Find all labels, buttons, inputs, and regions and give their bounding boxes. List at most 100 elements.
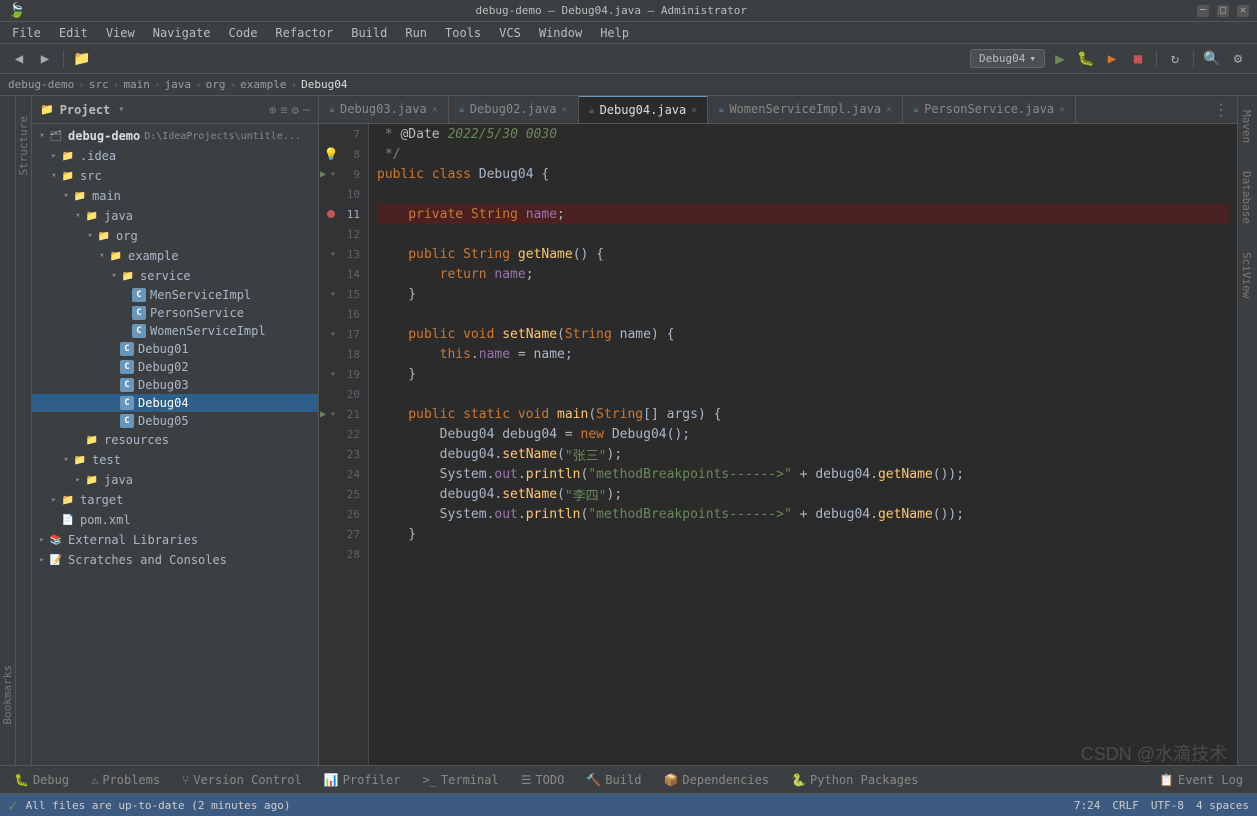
bottom-tab-problems[interactable]: ⚠ Problems (81, 769, 170, 791)
tab-close-debug04[interactable]: ✕ (691, 105, 697, 116)
breakpoint-11[interactable] (326, 209, 336, 219)
menu-run[interactable]: Run (397, 24, 435, 42)
run-arrow-9[interactable]: ▶ (320, 169, 326, 180)
tree-item-service[interactable]: 📁 service (32, 266, 318, 286)
tree-item-menservice[interactable]: C MenServiceImpl (32, 286, 318, 304)
status-line-ending[interactable]: CRLF (1112, 799, 1139, 812)
bottom-tab-dependencies[interactable]: 📦 Dependencies (653, 769, 779, 791)
bottom-tab-build[interactable]: 🔨 Build (576, 769, 651, 791)
tab-close-debug02[interactable]: ✕ (562, 104, 568, 115)
options-icon[interactable]: ⚙ (292, 103, 299, 117)
bookmarks-label[interactable]: Bookmarks (1, 665, 14, 725)
run-button[interactable]: ▶ (1049, 48, 1071, 70)
breadcrumb-file[interactable]: Debug04 (301, 78, 347, 91)
update-button[interactable]: ↻ (1164, 48, 1186, 70)
fold-arrow-17[interactable]: ▾ (330, 329, 336, 340)
menu-file[interactable]: File (4, 24, 49, 42)
bottom-tab-debug[interactable]: 🐛 Debug (4, 769, 79, 791)
breadcrumb-project[interactable]: debug-demo (8, 78, 74, 91)
collapse-icon[interactable]: ≡ (280, 103, 287, 117)
tree-item-external[interactable]: 📚 External Libraries (32, 530, 318, 550)
menu-refactor[interactable]: Refactor (267, 24, 341, 42)
forward-button[interactable]: ▶ (34, 48, 56, 70)
database-label[interactable]: Database (1238, 167, 1257, 228)
breadcrumb-example[interactable]: example (240, 78, 286, 91)
tree-item-example[interactable]: 📁 example (32, 246, 318, 266)
fold-arrow-9[interactable]: ▾ (330, 169, 336, 180)
debug-button[interactable]: 🐛 (1075, 48, 1097, 70)
tree-item-scratches[interactable]: 📝 Scratches and Consoles (32, 550, 318, 570)
structure-panel[interactable]: Structure (16, 96, 32, 765)
tabs-overflow-button[interactable]: ⋮ (1205, 100, 1237, 119)
breadcrumb-org[interactable]: org (206, 78, 226, 91)
minimize-button[interactable]: ─ (1197, 5, 1209, 17)
tree-item-debug02[interactable]: C Debug02 (32, 358, 318, 376)
tab-debug03[interactable]: ☕ Debug03.java ✕ (319, 96, 449, 123)
bottom-tab-vcs[interactable]: ⑂ Version Control (172, 769, 312, 791)
stop-button[interactable]: ■ (1127, 48, 1149, 70)
tree-item-project[interactable]: 🗂 debug-demo D:\IdeaProjects\untitle... (32, 126, 318, 146)
tree-item-main[interactable]: 📁 main (32, 186, 318, 206)
tree-item-src[interactable]: 📁 src (32, 166, 318, 186)
menu-edit[interactable]: Edit (51, 24, 96, 42)
close-button[interactable]: ✕ (1237, 5, 1249, 17)
recent-files-button[interactable]: 📁 (71, 48, 93, 70)
tree-item-org[interactable]: 📁 org (32, 226, 318, 246)
tree-item-idea[interactable]: 📁 .idea (32, 146, 318, 166)
tab-close-debug03[interactable]: ✕ (432, 104, 438, 115)
code-content[interactable]: * @Date 2022/5/30 0030 */ public class D… (369, 124, 1237, 765)
tree-item-debug04[interactable]: C Debug04 (32, 394, 318, 412)
search-button[interactable]: 🔍 (1201, 48, 1223, 70)
run-config-dropdown[interactable]: Debug04 ▾ (970, 49, 1045, 68)
structure-label[interactable]: Structure (17, 116, 30, 176)
bottom-tab-eventlog[interactable]: 📋 Event Log (1149, 769, 1253, 791)
coverage-button[interactable]: ▶ (1101, 48, 1123, 70)
tree-item-test-java[interactable]: 📁 java (32, 470, 318, 490)
tab-debug04[interactable]: ☕ Debug04.java ✕ (579, 96, 709, 123)
menu-code[interactable]: Code (221, 24, 266, 42)
fold-arrow-15[interactable]: ▾ (330, 289, 336, 300)
maximize-button[interactable]: □ (1217, 5, 1229, 17)
menu-navigate[interactable]: Navigate (145, 24, 219, 42)
panel-close-icon[interactable]: ─ (303, 103, 310, 117)
tree-item-debug01[interactable]: C Debug01 (32, 340, 318, 358)
tab-close-personservice[interactable]: ✕ (1059, 104, 1065, 115)
fold-arrow-19[interactable]: ▾ (330, 369, 336, 380)
tab-close-womenservice[interactable]: ✕ (886, 104, 892, 115)
status-encoding[interactable]: UTF-8 (1151, 799, 1184, 812)
status-indent[interactable]: 4 spaces (1196, 799, 1249, 812)
tree-item-debug05[interactable]: C Debug05 (32, 412, 318, 430)
tree-item-pom[interactable]: 📄 pom.xml (32, 510, 318, 530)
tree-item-test[interactable]: 📁 test (32, 450, 318, 470)
menu-window[interactable]: Window (531, 24, 590, 42)
tab-womenservice[interactable]: ☕ WomenServiceImpl.java ✕ (708, 96, 903, 123)
bottom-tab-python[interactable]: 🐍 Python Packages (781, 769, 928, 791)
status-position[interactable]: 7:24 (1074, 799, 1101, 812)
settings-button[interactable]: ⚙ (1227, 48, 1249, 70)
menu-build[interactable]: Build (343, 24, 395, 42)
bulb-icon[interactable]: 💡 (324, 147, 339, 161)
tree-item-target[interactable]: 📁 target (32, 490, 318, 510)
tree-item-debug03[interactable]: C Debug03 (32, 376, 318, 394)
menu-vcs[interactable]: VCS (491, 24, 529, 42)
menu-tools[interactable]: Tools (437, 24, 489, 42)
tab-personservice[interactable]: ☕ PersonService.java ✕ (903, 96, 1076, 123)
breadcrumb-src[interactable]: src (89, 78, 109, 91)
menu-help[interactable]: Help (592, 24, 637, 42)
sciview-label[interactable]: SciView (1238, 248, 1257, 302)
bottom-tab-profiler[interactable]: 📊 Profiler (314, 769, 411, 791)
breadcrumb-main[interactable]: main (123, 78, 150, 91)
bottom-tab-todo[interactable]: ☰ TODO (511, 769, 575, 791)
fold-arrow-13[interactable]: ▾ (330, 249, 336, 260)
locate-icon[interactable]: ⊕ (269, 103, 276, 117)
back-button[interactable]: ◀ (8, 48, 30, 70)
menu-view[interactable]: View (98, 24, 143, 42)
run-arrow-21[interactable]: ▶ (320, 409, 326, 420)
fold-arrow-21[interactable]: ▾ (330, 409, 336, 420)
tab-debug02[interactable]: ☕ Debug02.java ✕ (449, 96, 579, 123)
tree-item-personservice[interactable]: C PersonService (32, 304, 318, 322)
maven-label[interactable]: Maven (1238, 106, 1257, 147)
tree-item-resources[interactable]: 📁 resources (32, 430, 318, 450)
bookmarks-panel[interactable]: Bookmarks (0, 96, 16, 765)
tree-item-womenservice[interactable]: C WomenServiceImpl (32, 322, 318, 340)
